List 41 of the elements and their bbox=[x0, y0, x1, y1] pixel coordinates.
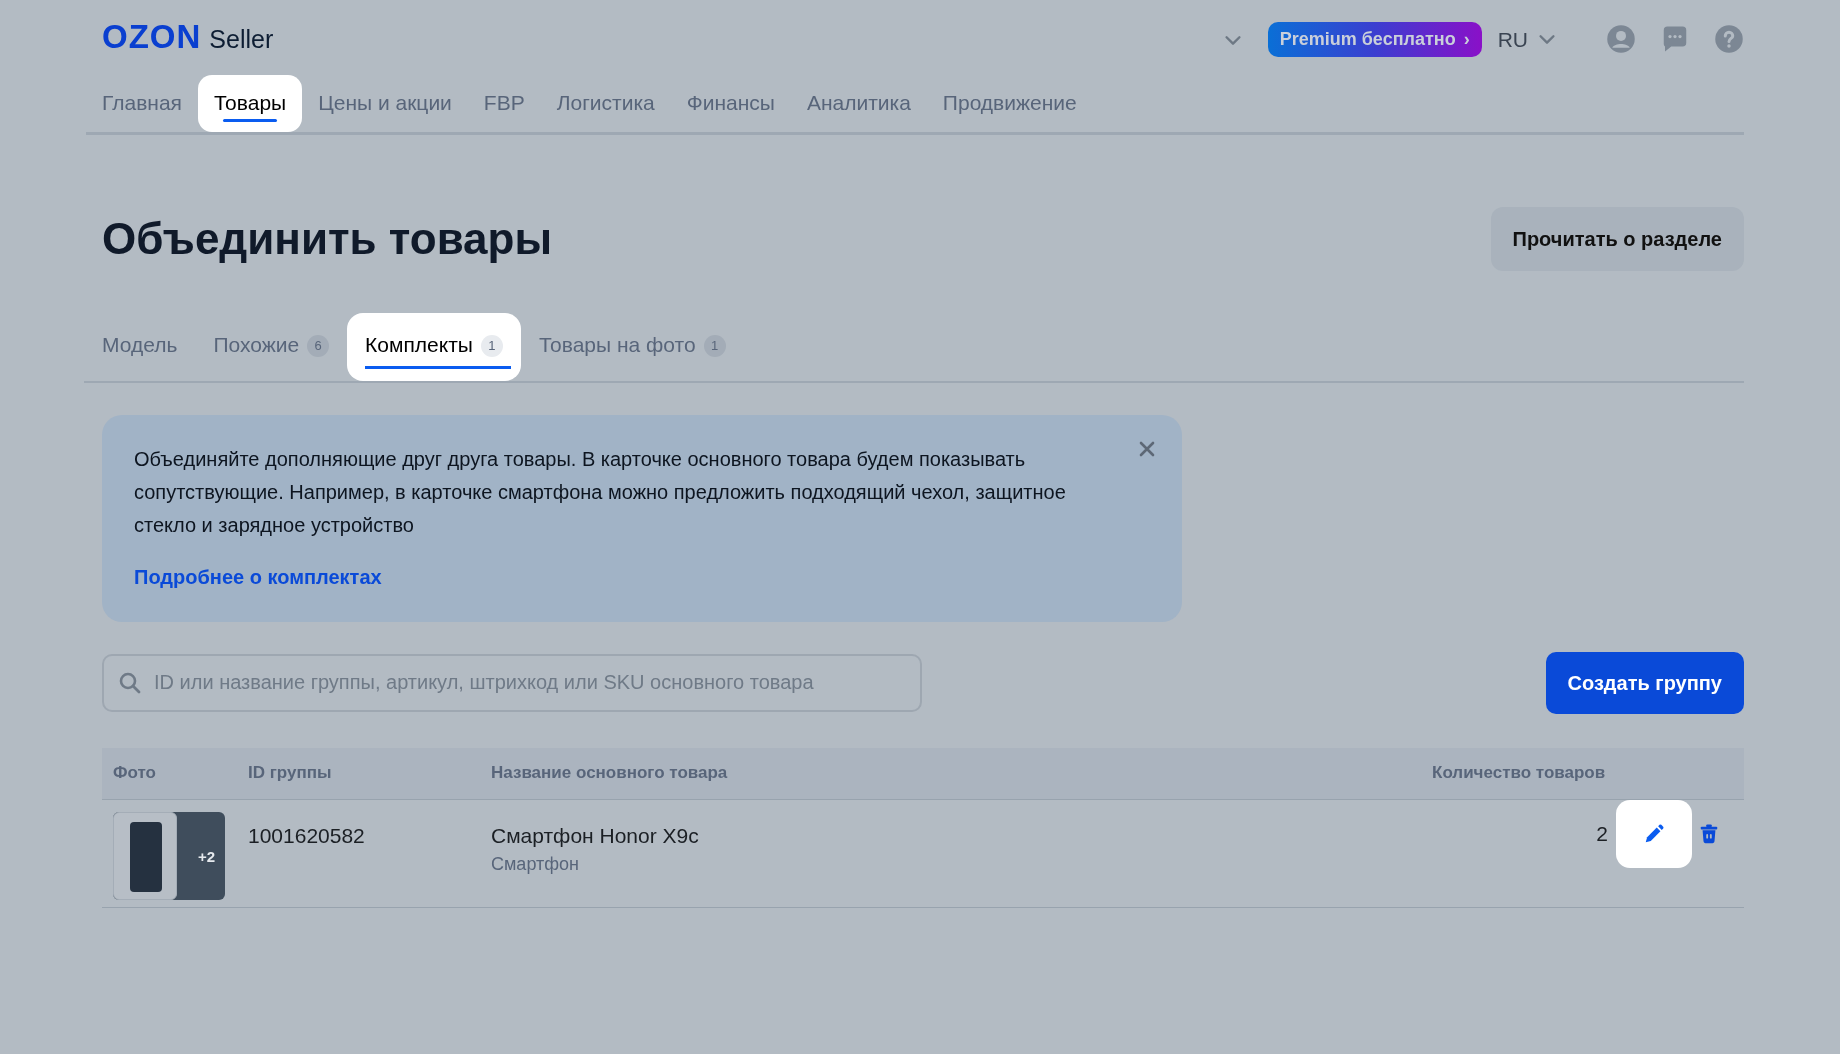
product-count: 2 bbox=[1596, 820, 1608, 847]
product-category: Смартфон bbox=[491, 853, 580, 876]
info-link[interactable]: Подробнее о комплектах bbox=[134, 561, 382, 592]
product-name: Смартфон Honor X9c bbox=[491, 822, 700, 849]
column-header: Название основного товара bbox=[491, 762, 729, 785]
column-header: Количество товаров bbox=[1432, 762, 1607, 785]
info-text: Объединяйте дополняющие друг друга товары. В карточке основного товара будем показывать сопутствующие. Например, в карточке смартфона можно предложить подходящий чехол, защитное стекло и зарядное устройство bbox=[134, 446, 1067, 538]
nav-tab[interactable]: Товары bbox=[197, 74, 303, 132]
tab[interactable]: Товары на фото 1 bbox=[520, 313, 744, 381]
nav-tab[interactable]: Цены и акции bbox=[302, 74, 468, 132]
search-field[interactable]: ID или название группы, артикул, штрихкод или SKU основного товара bbox=[102, 653, 922, 712]
tab[interactable]: Похожие 6 bbox=[195, 313, 348, 381]
nav-tab[interactable]: Финансы bbox=[670, 74, 791, 132]
extra-photos-count: +2 bbox=[197, 846, 215, 867]
count-badge: 1 bbox=[703, 335, 726, 357]
page-title: Объединить товары bbox=[102, 212, 553, 265]
phone-drawing bbox=[130, 821, 162, 892]
logo-text: Seller bbox=[209, 24, 274, 55]
group-id: 1001620582 bbox=[248, 823, 365, 847]
close-icon bbox=[1138, 440, 1156, 459]
count-badge: 1 bbox=[480, 335, 503, 357]
read-about-button[interactable]: Прочитать о разделе bbox=[1490, 207, 1744, 271]
user-icon[interactable] bbox=[1606, 24, 1636, 55]
nav-tab[interactable]: Аналитика bbox=[790, 74, 927, 132]
trash-icon bbox=[1698, 823, 1720, 846]
logo[interactable]: OZON bbox=[102, 20, 202, 53]
tab[interactable]: Модель bbox=[84, 313, 196, 381]
help-icon[interactable] bbox=[1714, 24, 1744, 55]
nav-tab[interactable]: Продвижение bbox=[926, 74, 1093, 132]
premium-button[interactable]: Premium бесплатно › bbox=[1267, 21, 1482, 57]
tab[interactable]: Комплекты 1 bbox=[347, 313, 521, 381]
search-icon bbox=[118, 670, 142, 695]
edit-button[interactable] bbox=[1616, 799, 1692, 868]
column-header: Фото bbox=[112, 762, 157, 785]
count-badge: 6 bbox=[307, 335, 330, 357]
nav-tab[interactable]: FBP bbox=[467, 74, 541, 132]
column-header: ID группы bbox=[248, 762, 333, 785]
nav-tab[interactable]: Главная bbox=[86, 74, 198, 132]
nav-tab[interactable]: Логистика bbox=[540, 74, 671, 132]
create-group-button[interactable]: Создать группу bbox=[1545, 651, 1744, 714]
language-selector[interactable]: RU bbox=[1497, 23, 1558, 55]
